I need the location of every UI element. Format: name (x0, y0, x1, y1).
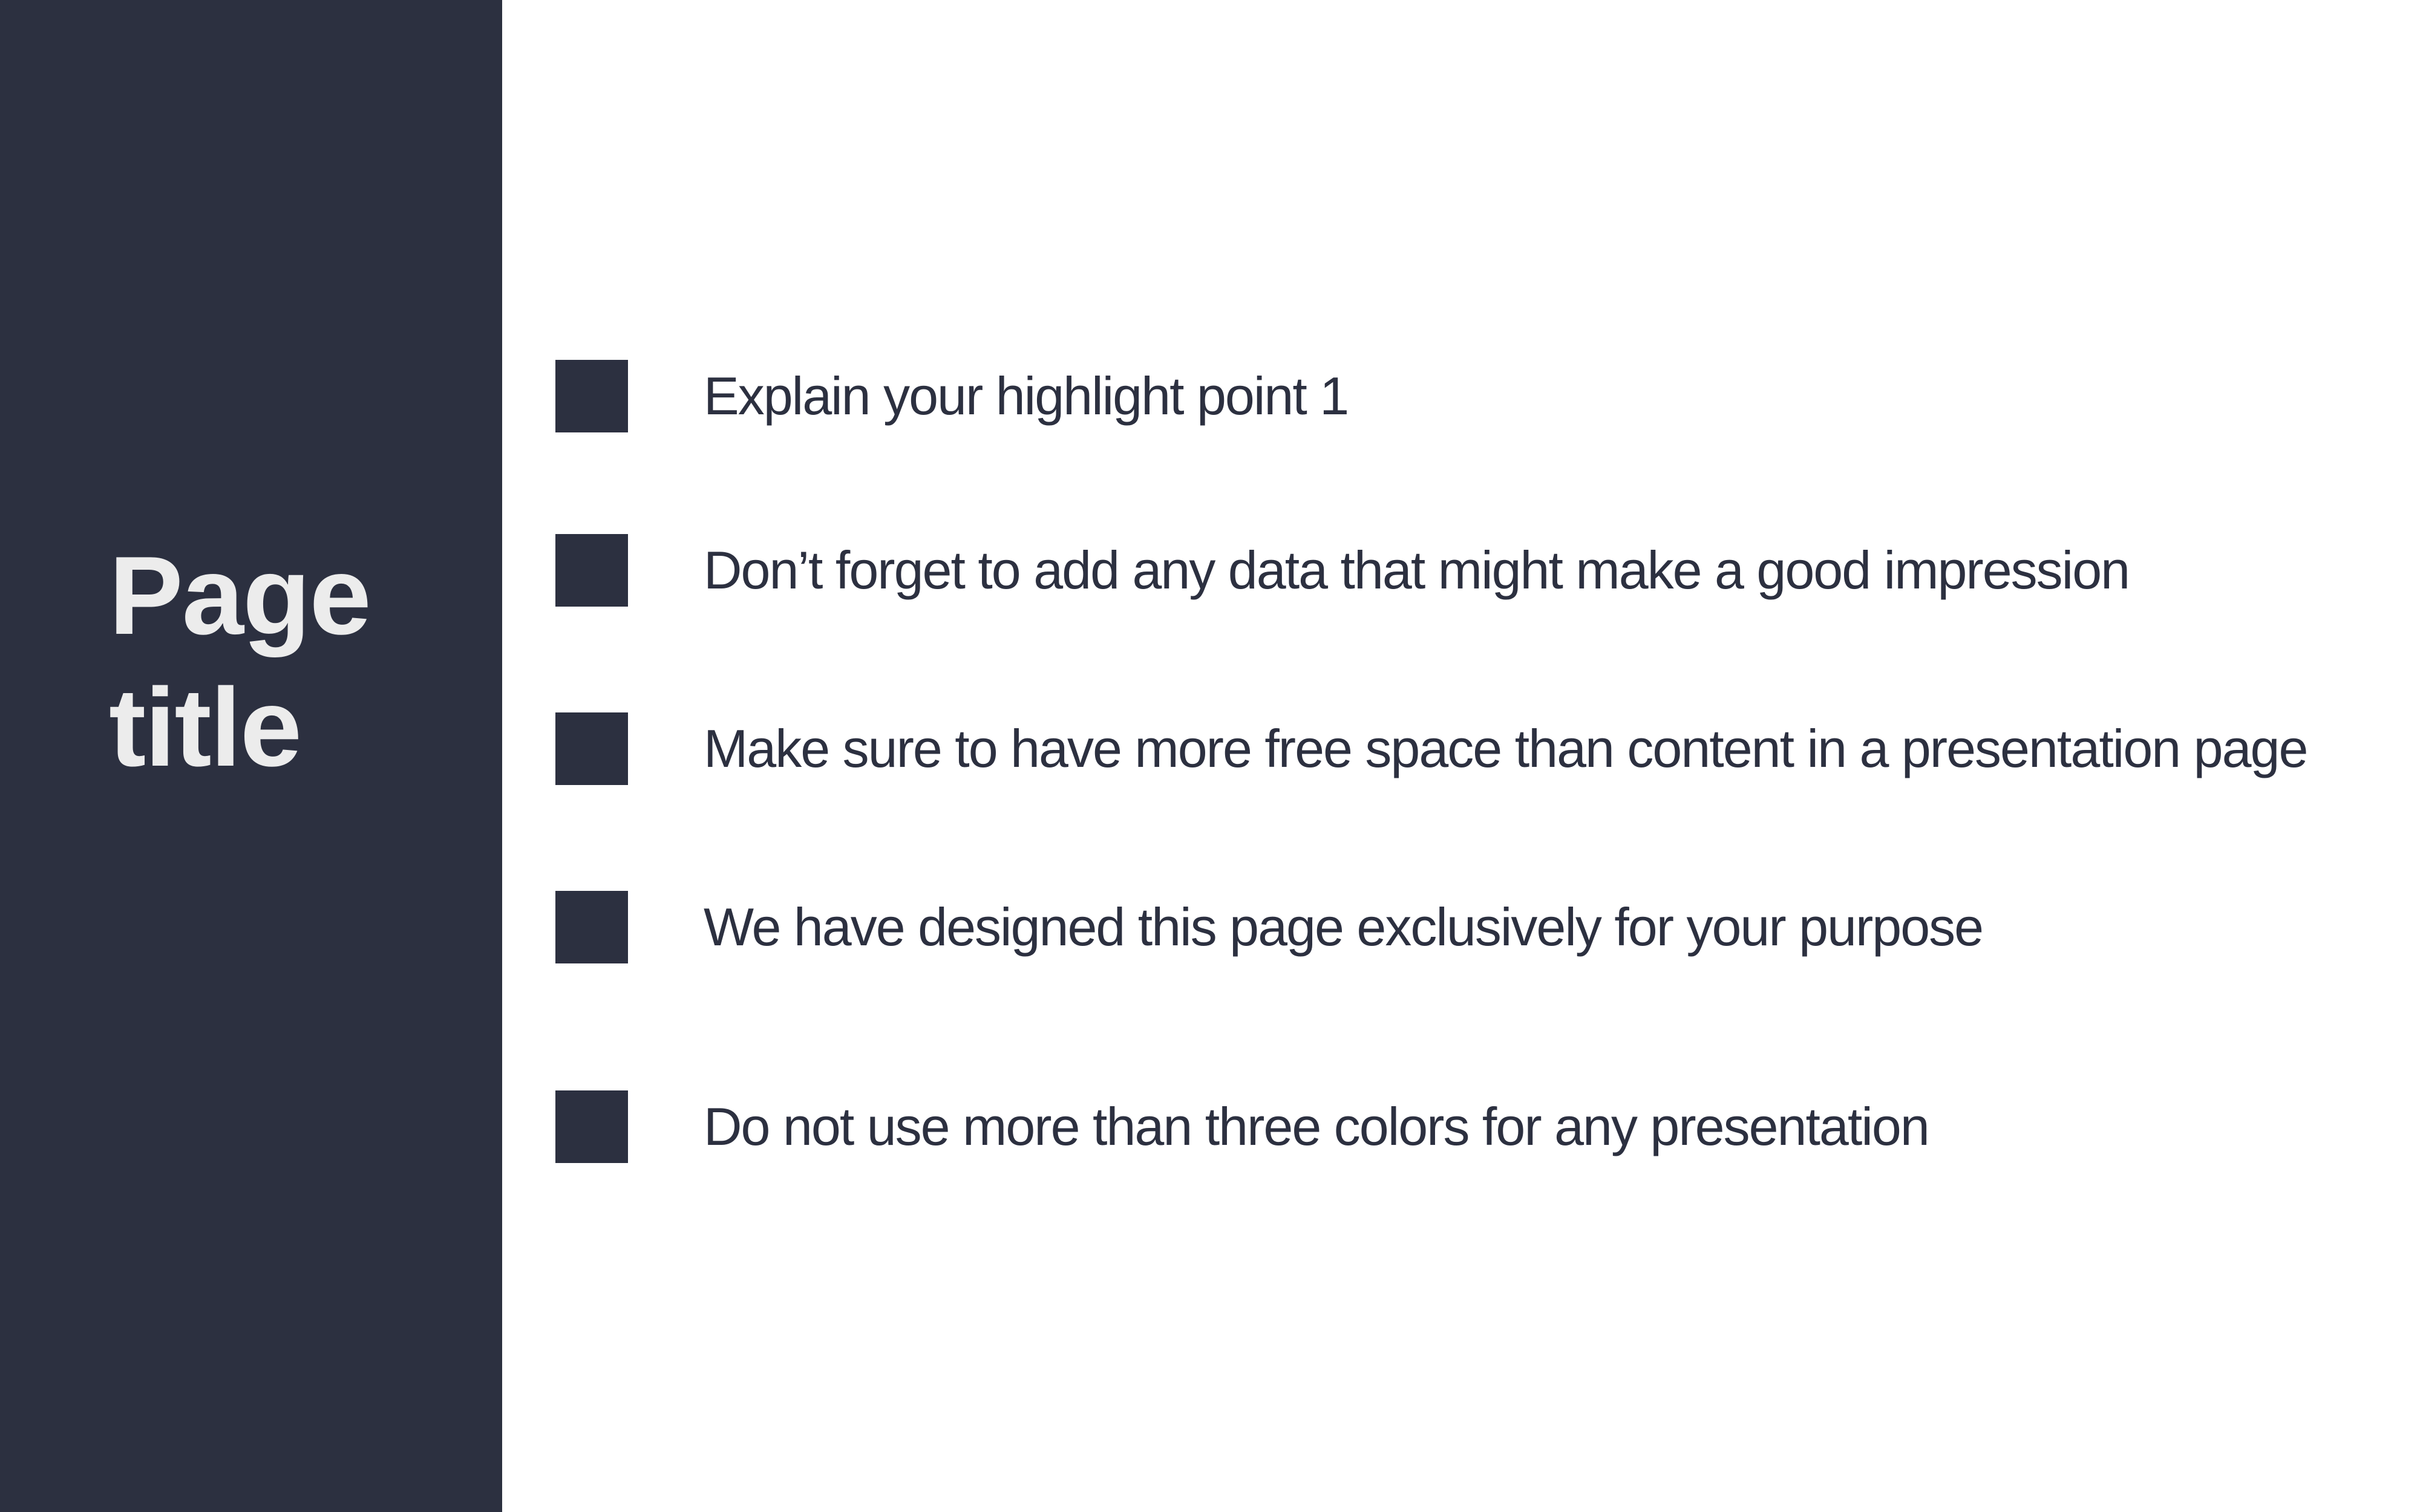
square-bullet-icon (555, 712, 628, 785)
square-bullet-icon (555, 1090, 628, 1163)
bullet-text-4: We have designed this page exclusively f… (704, 897, 1984, 957)
bullet-text-5: Do not use more than three colors for an… (704, 1097, 1930, 1156)
square-bullet-icon (555, 891, 628, 963)
bullet-item-5: Do not use more than three colors for an… (0, 1090, 2420, 1163)
bullet-text-3: Make sure to have more free space than c… (704, 719, 2308, 778)
bullet-item-4: We have designed this page exclusively f… (0, 891, 2420, 963)
bullet-text-1: Explain your highlight point 1 (704, 366, 1349, 426)
square-bullet-icon (555, 360, 628, 432)
bullet-text-2: Don’t forget to add any data that might … (704, 540, 2130, 600)
highlight-bullet-list: Explain your highlight point 1 Don’t for… (0, 0, 2420, 1512)
square-bullet-icon (555, 534, 628, 607)
bullet-item-2: Don’t forget to add any data that might … (0, 534, 2420, 607)
presentation-slide: Page title Explain your highlight point … (0, 0, 2420, 1512)
bullet-item-1: Explain your highlight point 1 (0, 360, 2420, 432)
bullet-item-3: Make sure to have more free space than c… (0, 712, 2420, 785)
